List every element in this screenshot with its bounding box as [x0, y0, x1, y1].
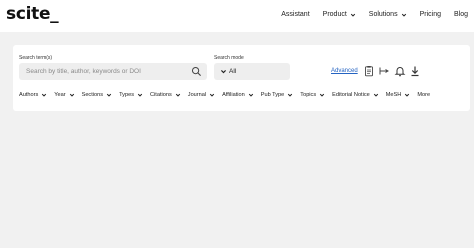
filter-affiliation[interactable]: Affiliation [222, 92, 254, 98]
filter-label: Affiliation [222, 92, 245, 98]
chevron-down-icon [373, 93, 378, 97]
filter-editorial-notice[interactable]: Editorial Notice [332, 92, 379, 98]
search-input[interactable]: Search by title, author, keywords or DOI [19, 63, 207, 80]
chevron-down-icon [106, 93, 112, 97]
search-mode-select[interactable]: All [214, 63, 290, 80]
chevron-down-icon [69, 93, 74, 97]
filter-types[interactable]: Types [119, 92, 143, 98]
filter-bar: Authors Year Sections Types Citations Jo… [19, 92, 437, 98]
chevron-down-icon [350, 13, 355, 17]
filter-more[interactable]: More [417, 92, 430, 98]
top-navigation-bar: scite_ Assistant Product Solutions Prici… [0, 0, 474, 32]
filter-pub-type[interactable]: Pub Type [261, 92, 294, 98]
filter-citations[interactable]: Citations [150, 92, 181, 98]
nav-item-label: Assistant [281, 11, 310, 18]
nav-item-blog[interactable]: Blog [454, 11, 468, 18]
filter-label: More [417, 92, 431, 98]
filter-label: Citations [150, 92, 172, 98]
nav-item-solutions[interactable]: Solutions [369, 11, 407, 18]
nav-item-label: Solutions [368, 11, 398, 18]
filter-year[interactable]: Year [54, 92, 74, 98]
filter-topics[interactable]: Topics [300, 92, 325, 98]
nav-item-pricing[interactable]: Pricing [420, 11, 441, 18]
scite-logo[interactable]: scite_ [6, 4, 59, 24]
filter-label: Types [119, 92, 134, 98]
filter-sections[interactable]: Sections [82, 92, 112, 98]
chevron-down-icon [405, 93, 410, 97]
nav-item-product[interactable]: Product [323, 11, 356, 18]
chevron-down-icon [209, 93, 215, 97]
chevron-down-icon [137, 93, 143, 97]
flow-icon[interactable] [378, 65, 390, 77]
search-icon[interactable] [191, 66, 202, 77]
chevron-down-icon [175, 93, 180, 97]
main-nav: Assistant Product Solutions Pricing Blog [268, 11, 468, 18]
advanced-search-link[interactable]: Advanced [331, 68, 358, 74]
filter-label: Editorial Notice [332, 92, 370, 98]
filter-label: Authors [19, 92, 39, 98]
filter-label: MeSH [385, 92, 402, 98]
filter-mesh[interactable]: MeSH [386, 92, 411, 98]
filter-authors[interactable]: Authors [19, 92, 47, 98]
chevron-down-icon [320, 93, 325, 97]
search-panel: Search term(s) Search by title, author, … [13, 45, 470, 111]
chevron-down-icon [248, 93, 253, 97]
chevron-down-icon [221, 70, 226, 74]
filter-label: Topics [300, 92, 317, 98]
chevron-down-icon [288, 93, 293, 97]
nav-item-assistant[interactable]: Assistant [281, 11, 309, 18]
filter-label: Pub Type [260, 92, 285, 98]
search-mode-value: All [229, 68, 237, 75]
filter-label: Sections [81, 92, 104, 98]
filter-journal[interactable]: Journal [188, 92, 215, 98]
search-mode-label: Search mode [214, 55, 244, 61]
nav-item-label: Pricing [419, 11, 441, 18]
nav-item-label: Product [322, 11, 347, 18]
search-terms-label: Search term(s) [19, 55, 53, 61]
bell-icon[interactable] [394, 65, 406, 77]
chevron-down-icon [42, 93, 47, 97]
search-placeholder: Search by title, author, keywords or DOI [26, 68, 141, 75]
filter-label: Journal [187, 92, 207, 98]
nav-item-label: Blog [453, 11, 468, 18]
download-icon[interactable] [409, 65, 421, 77]
clipboard-icon[interactable] [363, 65, 375, 77]
filter-label: Year [54, 92, 66, 98]
chevron-down-icon [401, 13, 406, 17]
